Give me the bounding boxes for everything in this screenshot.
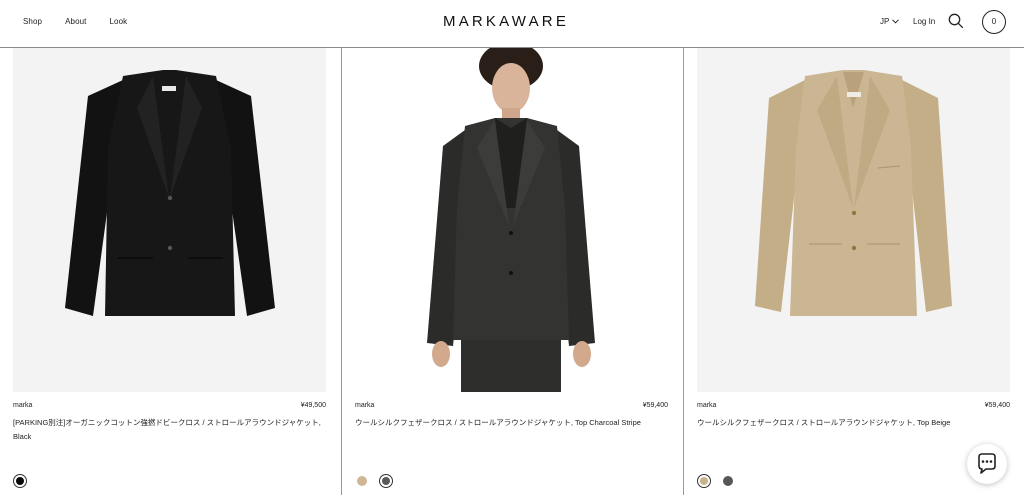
cart-count: 0 [991,17,997,26]
swatch-dot [723,476,733,486]
language-label: JP [880,17,890,26]
product-image[interactable] [13,48,326,392]
swatch-dot [382,477,390,485]
product-card[interactable]: marka ¥59,400 ウールシルクフェザークロス / ストロールアラウンド… [697,48,1010,495]
color-swatch-charcoal[interactable] [721,474,735,488]
jacket-image-beige [755,70,952,316]
chat-bubble-icon [978,453,996,474]
swatch-dot [357,476,367,486]
product-brand: marka [355,402,375,409]
color-swatch-beige[interactable] [355,474,369,488]
color-swatch-charcoal[interactable] [379,474,393,488]
site-header: Shop About Look MARKAWARE JP Log In 0 [0,0,1024,48]
product-title[interactable]: [PARKING別注]オーガニックコットン強撚ドビークロス / ストロールアラウ… [13,416,326,444]
language-selector[interactable]: JP [880,17,900,26]
swatch-dot [16,477,24,485]
color-swatch-black[interactable] [13,474,27,488]
product-image[interactable] [697,48,1010,392]
nav-about[interactable]: About [65,17,86,26]
product-price: ¥59,400 [984,402,1010,409]
color-swatches [13,474,27,488]
cart-button[interactable]: 0 [982,10,1006,34]
model-image-charcoal [427,48,595,392]
product-card[interactable]: marka ¥49,500 [PARKING別注]オーガニックコットン強撚ドビー… [13,48,326,495]
product-title[interactable]: ウールシルクフェザークロス / ストロールアラウンドジャケット, Top Bei… [697,416,1010,430]
nav-shop[interactable]: Shop [23,17,42,26]
jacket-image-black [65,70,275,316]
chat-button[interactable] [967,444,1007,484]
login-link[interactable]: Log In [913,17,935,26]
product-brand: marka [697,402,717,409]
nav-look[interactable]: Look [110,17,128,26]
product-image[interactable] [355,48,668,392]
color-swatches [697,474,735,488]
main-nav: Shop About Look [23,17,150,26]
product-grid: marka ¥49,500 [PARKING別注]オーガニックコットン強撚ドビー… [0,48,1024,495]
color-swatch-beige[interactable] [697,474,711,488]
product-price: ¥49,500 [300,402,326,409]
chevron-down-icon [892,19,900,24]
site-logo[interactable]: MARKAWARE [443,13,569,30]
product-brand: marka [13,402,33,409]
swatch-dot [700,477,708,485]
product-card[interactable]: marka ¥59,400 ウールシルクフェザークロス / ストロールアラウンド… [355,48,668,495]
product-title[interactable]: ウールシルクフェザークロス / ストロールアラウンドジャケット, Top Cha… [355,416,668,430]
search-icon[interactable] [948,13,964,29]
product-price: ¥59,400 [642,402,668,409]
color-swatches [355,474,393,488]
